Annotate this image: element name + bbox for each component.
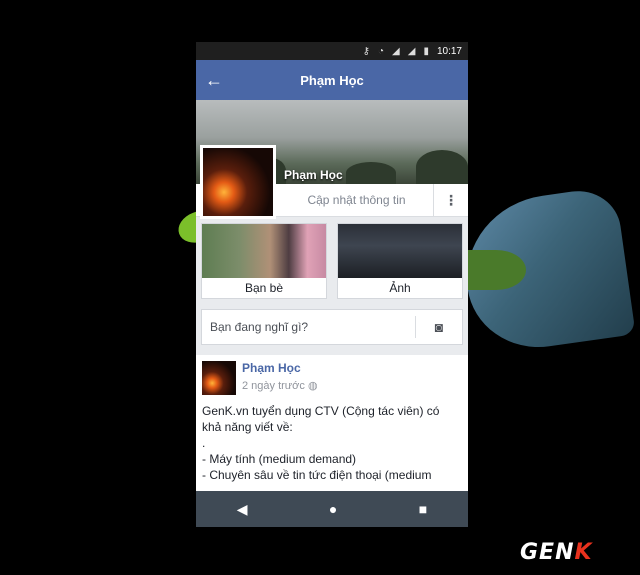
globe-icon: ◍ <box>307 380 318 392</box>
post-text: GenK.vn tuyển dụng CTV (Cộng tác viên) c… <box>202 404 440 482</box>
post-avatar[interactable] <box>202 361 236 395</box>
photos-thumbnail <box>338 224 462 278</box>
post-author[interactable]: Phạm Học <box>242 361 318 375</box>
post-header: Phạm Học 2 ngày trước ◍ <box>202 361 462 395</box>
home-nav-icon[interactable]: ● <box>329 501 337 517</box>
photos-tile[interactable]: Ảnh <box>337 223 463 299</box>
friends-thumbnail <box>202 224 326 278</box>
phone-screen: ⚷ ◔ ◢ ◢ ▮ 10:17 ← Phạm Học Phạm Học Cập … <box>196 42 468 527</box>
recents-nav-icon[interactable]: ■ <box>419 501 427 517</box>
friends-tile[interactable]: Bạn bè <box>201 223 327 299</box>
battery-icon: ▮ <box>423 45 429 57</box>
feed-post: Phạm Học 2 ngày trước ◍ GenK.vn tuyển dụ… <box>196 355 468 501</box>
watermark-text-accent: K <box>574 540 593 565</box>
page-title: Phạm Học <box>300 72 364 88</box>
friends-label: Bạn bè <box>244 281 284 295</box>
avatar-image <box>203 148 273 216</box>
signal-icon: ◢ <box>392 45 400 57</box>
profile-avatar[interactable] <box>200 145 276 219</box>
composer-input[interactable]: Bạn đang nghĩ gì? <box>202 320 415 334</box>
android-nav-bar: ◀ ● ■ <box>196 491 468 527</box>
profile-name: Phạm Học <box>284 168 343 182</box>
key-icon: ⚷ <box>362 45 370 57</box>
more-options-icon[interactable]: ⋮ <box>434 192 468 209</box>
profile-tiles: Bạn bè Ảnh <box>196 217 468 299</box>
wifi-icon: ◔ <box>378 45 385 57</box>
watermark-logo: GENK <box>520 540 593 565</box>
post-time-text: 2 ngày trước <box>242 380 305 392</box>
back-nav-icon[interactable]: ◀ <box>237 501 248 518</box>
post-time[interactable]: 2 ngày trước ◍ <box>242 379 318 392</box>
watermark-text: GEN <box>520 540 575 565</box>
photos-label: Ảnh <box>389 281 411 295</box>
camera-icon[interactable]: ◙ <box>415 316 462 338</box>
app-bar: ← Phạm Học <box>196 60 468 100</box>
status-bar: ⚷ ◔ ◢ ◢ ▮ 10:17 <box>196 42 468 60</box>
arrow-left-icon[interactable]: ← <box>196 70 232 91</box>
status-composer[interactable]: Bạn đang nghĩ gì? ◙ <box>201 309 463 345</box>
status-time: 10:17 <box>436 45 462 57</box>
cover-tree <box>346 162 396 184</box>
cover-tree <box>416 150 468 184</box>
signal-icon: ◢ <box>407 45 416 57</box>
update-info-button[interactable]: Cập nhật thông tin <box>280 184 434 216</box>
background-stem <box>466 250 526 290</box>
